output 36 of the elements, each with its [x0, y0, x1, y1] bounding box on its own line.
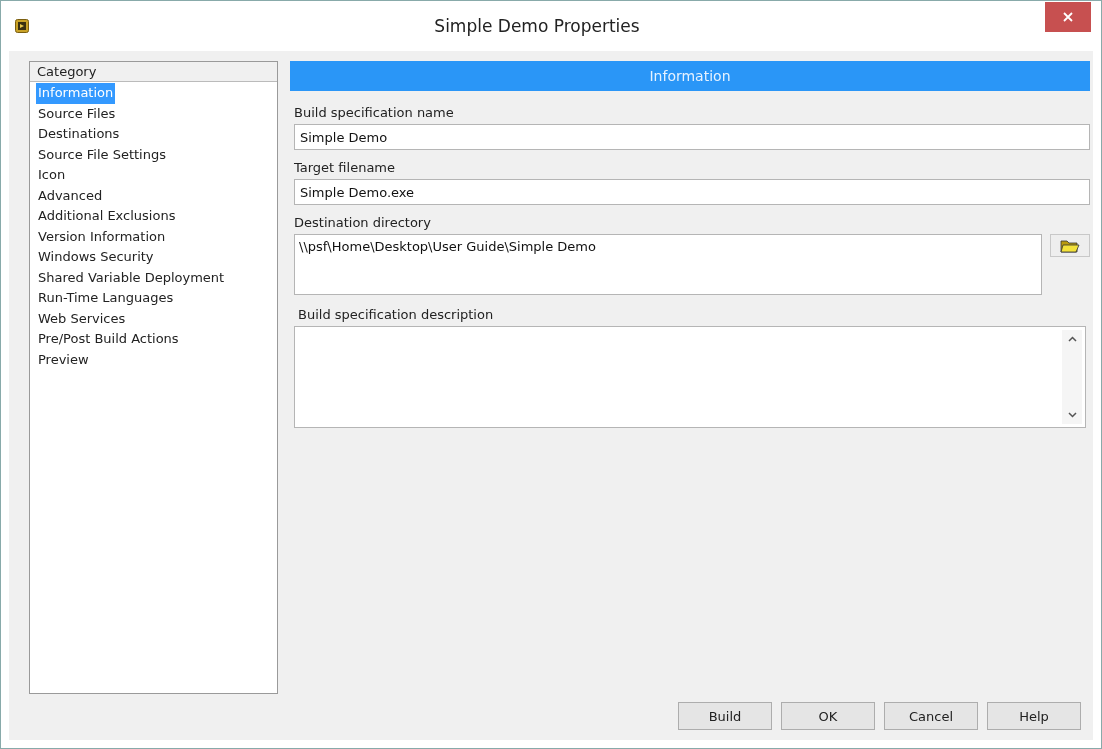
close-button[interactable]: [1045, 2, 1091, 32]
description-field[interactable]: [294, 326, 1086, 428]
category-item[interactable]: Advanced: [36, 185, 105, 206]
dialog-button[interactable]: OK: [781, 702, 875, 730]
app-icon: [15, 19, 29, 33]
category-item[interactable]: Destinations: [36, 124, 122, 145]
category-item[interactable]: Source Files: [36, 103, 118, 124]
field-label: Build specification name: [294, 105, 455, 120]
scroll-down-icon[interactable]: [1067, 412, 1077, 418]
category-item[interactable]: Web Services: [36, 308, 128, 329]
text-field[interactable]: Simple Demo: [294, 124, 1090, 150]
text-field[interactable]: Simple Demo.exe: [294, 179, 1090, 205]
category-item[interactable]: Windows Security: [36, 247, 156, 268]
path-field[interactable]: \\psf\Home\Desktop\User Guide\Simple Demo: [294, 234, 1042, 295]
folder-icon: [1060, 238, 1080, 253]
dialog-button[interactable]: Cancel: [884, 702, 978, 730]
category-item[interactable]: Version Information: [36, 226, 168, 247]
field-label: Target filename: [294, 160, 397, 175]
category-item[interactable]: Additional Exclusions: [36, 206, 178, 227]
close-icon: [1063, 12, 1073, 22]
dialog-button[interactable]: Build: [678, 702, 772, 730]
field-label: Destination directory: [294, 215, 432, 230]
category-item[interactable]: Icon: [36, 165, 68, 186]
list-header: Category: [30, 62, 277, 82]
category-item[interactable]: Run-Time Languages: [36, 288, 176, 309]
category-item[interactable]: Shared Variable Deployment: [36, 267, 227, 288]
section-header: Information: [290, 61, 1090, 91]
dialog-button[interactable]: Help: [987, 702, 1081, 730]
scroll-up-icon[interactable]: [1067, 336, 1077, 342]
category-item[interactable]: Pre/Post Build Actions: [36, 329, 181, 350]
field-label: Build specification description: [298, 307, 495, 322]
window-title: Simple Demo Properties: [433, 16, 641, 36]
browse-button[interactable]: [1050, 234, 1090, 257]
category-item[interactable]: Source File Settings: [36, 144, 168, 165]
category-item[interactable]: Preview: [36, 349, 91, 370]
scrollbar[interactable]: [1062, 330, 1082, 424]
